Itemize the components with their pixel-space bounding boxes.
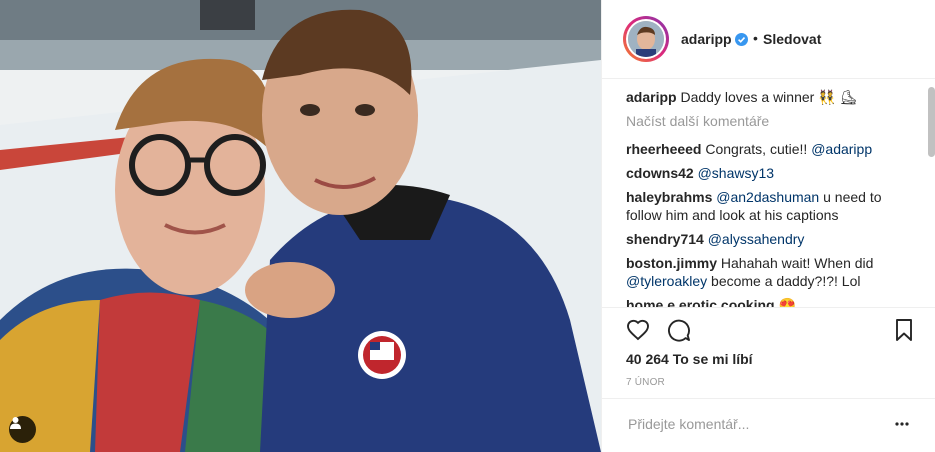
comment-mention[interactable]: @shawsy13 — [698, 165, 774, 181]
header-separator: • — [753, 30, 758, 46]
comment-item: boston.jimmy Hahahah wait! When did @tyl… — [626, 254, 916, 290]
comments-list: adaripp Daddy loves a winner 👯 ⛸ Načíst … — [626, 88, 916, 308]
instagram-post: adaripp • Sledovat adaripp Daddy loves a… — [0, 0, 935, 452]
avatar-illustration — [628, 21, 664, 57]
post-header: adaripp • Sledovat — [602, 0, 935, 79]
more-options-icon[interactable] — [894, 416, 910, 432]
comment-username[interactable]: cdowns42 — [626, 165, 694, 181]
post-photo[interactable] — [0, 0, 601, 452]
actions-divider — [602, 307, 935, 308]
comment-username[interactable]: haleybrahms — [626, 189, 712, 205]
comment-divider — [602, 398, 935, 399]
comments-scrollbar[interactable] — [928, 87, 935, 157]
avatar[interactable] — [623, 16, 669, 62]
add-comment-input[interactable]: Přidejte komentář... — [628, 416, 749, 432]
comment-item: cdowns42 @shawsy13 — [626, 164, 916, 182]
bookmark-icon[interactable] — [892, 318, 916, 342]
comment-username[interactable]: boston.jimmy — [626, 255, 717, 271]
comment-item: rheerheeed Congrats, cutie!! @adaripp — [626, 140, 916, 158]
comment-text: become a daddy?!?! Lol — [707, 273, 861, 289]
comment-mention[interactable]: @adaripp — [811, 141, 872, 157]
photo-illustration — [0, 0, 601, 452]
avatar-image — [628, 21, 664, 57]
header-divider — [602, 78, 935, 79]
follow-button[interactable]: Sledovat — [763, 31, 821, 47]
action-bar — [626, 318, 916, 342]
comment-text: Hahahah wait! When did — [720, 255, 874, 271]
load-more-comments-button[interactable]: Načíst další komentáře — [626, 112, 916, 130]
comment-item: haleybrahms @an2dashuman u need to follo… — [626, 188, 916, 224]
person-silhouette-icon — [10, 417, 21, 429]
user-tag-icon[interactable] — [9, 416, 36, 443]
comment-item: shendry714 @alyssahendry — [626, 230, 916, 248]
comment-text: Congrats, cutie!! — [705, 141, 812, 157]
caption-username[interactable]: adaripp — [626, 89, 677, 105]
avatar-ring — [626, 19, 666, 59]
comment-username[interactable]: rheerheeed — [626, 141, 701, 157]
caption: adaripp Daddy loves a winner 👯 ⛸ — [626, 88, 916, 106]
post-date[interactable]: 7 ÚNOR — [626, 377, 665, 388]
post-author-username[interactable]: adaripp — [681, 31, 732, 47]
comment-mention[interactable]: @an2dashuman — [716, 189, 819, 205]
comment-username[interactable]: shendry714 — [626, 231, 704, 247]
post-sidebar: adaripp • Sledovat adaripp Daddy loves a… — [601, 0, 935, 452]
comment-mention[interactable]: @tyleroakley — [626, 273, 707, 289]
verified-badge-icon — [735, 33, 748, 46]
comment-bubble-icon[interactable] — [667, 318, 691, 342]
caption-text: Daddy loves a winner 👯 ⛸ — [680, 89, 858, 105]
heart-icon[interactable] — [626, 318, 650, 342]
likes-count[interactable]: 40 264 To se mi líbí — [626, 351, 753, 367]
comment-mention[interactable]: @alyssahendry — [708, 231, 805, 247]
